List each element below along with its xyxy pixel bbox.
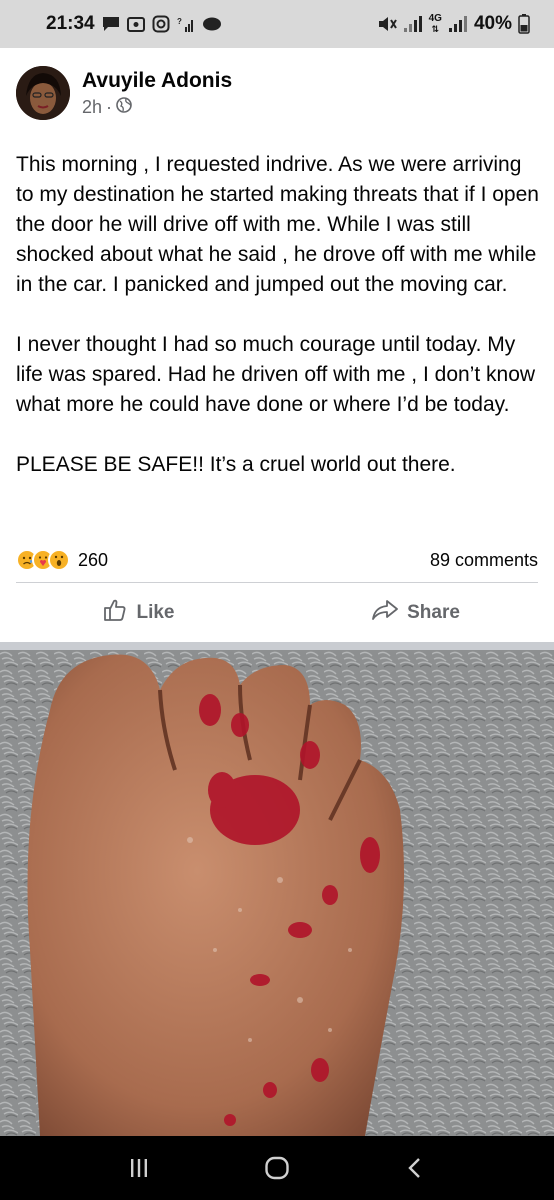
- home-icon[interactable]: [257, 1148, 297, 1188]
- globe-icon: [116, 97, 132, 118]
- system-nav-bar: [0, 1136, 554, 1200]
- avatar[interactable]: [16, 66, 70, 120]
- call-signal-icon: ?: [177, 15, 195, 33]
- data-signal-icon: 4G ⇅: [428, 13, 442, 35]
- network-type: 4G: [428, 13, 442, 24]
- instagram-icon: [152, 15, 170, 33]
- back-icon[interactable]: [395, 1148, 435, 1188]
- status-left: 21:34 ?: [46, 13, 222, 35]
- share-icon: [371, 597, 399, 629]
- reaction-summary[interactable]: 260: [16, 549, 108, 571]
- post-actions: Like Share: [0, 592, 554, 634]
- comments-count[interactable]: 89 comments: [430, 550, 538, 571]
- battery-icon: [518, 14, 530, 34]
- signal-bars-icon: [448, 15, 468, 33]
- signal-icon: [403, 15, 423, 33]
- author-name[interactable]: Avuyile Adonis: [82, 68, 232, 94]
- divider: [16, 582, 538, 583]
- share-label: Share: [407, 602, 460, 623]
- post-photo[interactable]: [0, 650, 554, 1136]
- post-paragraph: I never thought I had so much courage un…: [16, 333, 536, 416]
- post-time[interactable]: 2h: [82, 97, 102, 118]
- post-body: This morning , I requested indrive. As w…: [16, 150, 542, 480]
- like-label: Like: [136, 602, 175, 623]
- author-block: Avuyile Adonis 2h ·: [82, 68, 232, 118]
- chat-bubble-icon: [202, 16, 222, 32]
- like-button[interactable]: Like: [0, 592, 277, 634]
- post-paragraph: PLEASE BE SAFE!! It’s a cruel world out …: [16, 453, 456, 476]
- vpn-icon: [126, 15, 145, 33]
- foot-photo-illustration: [0, 650, 554, 1136]
- message-icon: [102, 16, 120, 32]
- post-separator: [0, 642, 554, 650]
- reactions-bar: 260 89 comments: [16, 546, 538, 574]
- meta-separator: ·: [106, 97, 113, 117]
- status-bar: 21:34 ? 4G ⇅ 40%: [0, 0, 554, 48]
- status-time: 21:34: [46, 13, 95, 34]
- share-button[interactable]: Share: [277, 592, 554, 634]
- recent-apps-icon[interactable]: [119, 1148, 159, 1188]
- post-paragraph: This morning , I requested indrive. As w…: [16, 153, 539, 296]
- status-right: 4G ⇅ 40%: [377, 13, 530, 35]
- svg-text:?: ?: [177, 17, 182, 26]
- reaction-count: 260: [78, 549, 109, 570]
- reaction-icons: [16, 549, 72, 571]
- thumbs-up-icon: [102, 597, 128, 629]
- battery-percent: 40%: [473, 13, 512, 34]
- post-meta: 2h ·: [82, 97, 232, 118]
- mute-icon: [377, 15, 397, 33]
- wow-reaction-icon: [48, 549, 70, 571]
- post-header: Avuyile Adonis 2h ·: [16, 66, 232, 120]
